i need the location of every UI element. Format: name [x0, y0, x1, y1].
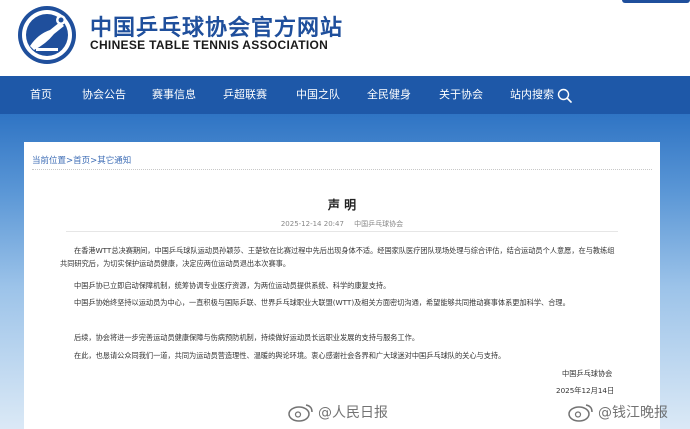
breadcrumb-divider	[32, 169, 652, 170]
breadcrumb: 当前位置>首页>其它通知	[32, 154, 131, 166]
article-meta: 2025-12-14 20:47 中国乒乓球协会	[24, 219, 660, 229]
site-title-en: CHINESE TABLE TENNIS ASSOCIATION	[90, 38, 329, 52]
article-date: 2025-12-14 20:47	[280, 220, 344, 228]
association-logo-icon[interactable]	[16, 4, 78, 66]
site-header: 中国乒乓球协会官方网站 CHINESE TABLE TENNIS ASSOCIA…	[0, 0, 690, 76]
nav-item-national-team[interactable]: 中国之队	[296, 76, 340, 114]
breadcrumb-notices-link[interactable]: 其它通知	[97, 156, 131, 166]
nav-item-about[interactable]: 关于协会	[439, 76, 483, 114]
nav-item-events[interactable]: 赛事信息	[152, 76, 196, 114]
article-paragraph: 在香港WTT总决赛期间，中国乒乓球队运动员孙颖莎、王楚钦在比赛过程中先后出现身体…	[60, 246, 615, 268]
article-paragraph: 中国乒协始终坚持以运动员为中心，一直积极与国际乒联、世界乒乓球职业大联盟(WTT…	[74, 298, 570, 307]
nav-item-fitness[interactable]: 全民健身	[367, 76, 411, 114]
nav-item-announcements[interactable]: 协会公告	[82, 76, 126, 114]
article-title: 声 明	[327, 198, 357, 212]
nav-item-home[interactable]: 首页	[30, 76, 52, 114]
nav-search-label: 站内搜索	[510, 88, 554, 101]
search-icon[interactable]	[557, 88, 572, 103]
watermark-left-text: @人民日报	[318, 405, 388, 421]
article-paragraph: 在此，也恳请公众同我们一道，共同为运动员营造理性、温暖的舆论环境。衷心感谢社会各…	[74, 351, 506, 360]
watermark-left: @人民日报	[288, 402, 388, 422]
breadcrumb-current-label: 当前位置	[32, 156, 67, 166]
content-card: 当前位置>首页>其它通知 声 明 2025-12-14 20:47 中国乒乓球协…	[24, 142, 660, 429]
weibo-icon	[288, 404, 313, 422]
article-source: 中国乒乓球协会	[354, 220, 404, 228]
main-nav: 首页 协会公告 赛事信息 乒超联赛 中国之队 全民健身 关于协会 站内搜索	[0, 76, 690, 114]
article-paragraph: 后续，协会将进一步完善运动员健康保障与伤病预防机制，持续做好运动员长远职业发展的…	[74, 333, 420, 342]
nav-item-super-league[interactable]: 乒超联赛	[223, 76, 267, 114]
signature-org: 中国乒乓球协会	[562, 369, 613, 378]
article-paragraph: 中国乒协已立即启动保障机制，统筹协调专业医疗资源，为两位运动员提供系统、科学的康…	[74, 281, 391, 290]
watermark-right: @钱江晚报	[568, 402, 668, 422]
watermark-right-text: @钱江晚报	[598, 405, 668, 421]
top-corner-bar	[622, 0, 690, 3]
nav-item-search[interactable]: 站内搜索	[510, 76, 572, 114]
weibo-icon	[568, 404, 593, 422]
signature-date: 2025年12月14日	[556, 386, 615, 395]
breadcrumb-home-link[interactable]: 首页	[73, 156, 90, 166]
meta-divider	[66, 231, 618, 232]
